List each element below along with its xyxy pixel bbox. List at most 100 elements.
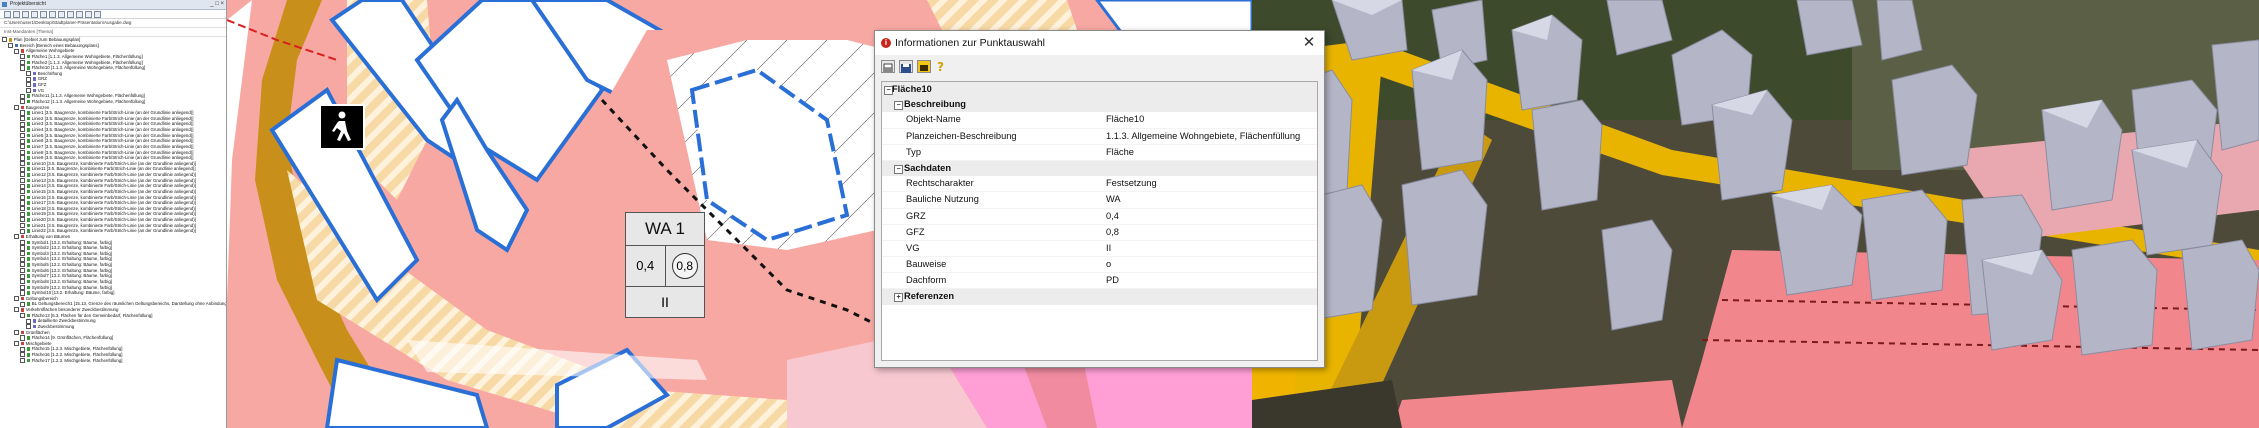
- tree-filter-field[interactable]: Inst-Mandanten [Thema]: [0, 28, 226, 37]
- close-button[interactable]: ✕: [1300, 34, 1318, 52]
- property-row[interactable]: Planzeichen-Beschreibung 1.1.3. Allgemein…: [882, 129, 1317, 145]
- property-row[interactable]: Typ Fläche: [882, 145, 1317, 161]
- property-value: Fläche: [1106, 146, 1134, 157]
- tree-item-label: Fläche1 [1.1.3. Allgemeine Wohngebiete, …: [31, 53, 143, 59]
- tree-item-label: Linie13 [3.5. Baugrenze, kombinierte Far…: [31, 177, 196, 183]
- tree-item-label: Geltungsbereich: [25, 295, 58, 301]
- tree-item-label: Linie22 [3.5. Baugrenze, kombinierte Far…: [31, 228, 196, 234]
- tree-item-label: Fläche11 [1.1.3. Allgemeine Wohngebiete,…: [31, 93, 145, 99]
- tree-item-label: Symbol9 [13.2. Erhaltung: Bäume, farbig]: [31, 284, 112, 290]
- open-icon[interactable]: [13, 11, 20, 18]
- tree-item-label: Linie15 [3.5. Baugrenze, kombinierte Far…: [31, 188, 196, 194]
- layer-icon: [32, 77, 37, 81]
- layer-icon: [26, 184, 31, 188]
- property-key: Bauliche Nutzung: [906, 194, 979, 205]
- 3d-view-canvas: [1252, 0, 2259, 428]
- properties-icon[interactable]: [76, 11, 83, 18]
- zoom-icon[interactable]: [40, 11, 47, 18]
- property-root[interactable]: − Fläche10: [882, 82, 1317, 98]
- layer-icon: [26, 189, 31, 194]
- property-key: Dachform: [906, 275, 947, 286]
- filter-icon[interactable]: [31, 11, 38, 18]
- refresh-icon[interactable]: [49, 11, 56, 18]
- property-grid[interactable]: − Fläche10 − Beschreibung Objekt-Name Fläch…: [881, 81, 1318, 361]
- property-key: VG: [906, 242, 920, 253]
- collapse-icon[interactable]: −: [894, 101, 903, 111]
- settings-icon[interactable]: [94, 11, 101, 18]
- layer-icon: [26, 195, 31, 200]
- property-row[interactable]: Objekt-Name Fläche10: [882, 112, 1317, 129]
- layer-icon: [26, 178, 31, 183]
- property-sections: − Beschreibung Objekt-Name Fläche10 Planzeic…: [882, 97, 1317, 305]
- layer-icon: [26, 279, 31, 284]
- tree-item-label: Linie8 [3.5. Baugrenze, kombinierte Farb…: [31, 149, 194, 155]
- layer-icon: [26, 167, 31, 171]
- print-icon[interactable]: [881, 59, 895, 73]
- section-sachdaten[interactable]: − Sachdaten: [882, 160, 1317, 177]
- tree-item-label: Linie11 [3.5. Baugrenze, kombinierte Far…: [31, 166, 196, 172]
- tree-toolbar: [0, 10, 226, 19]
- layer-icon: [26, 263, 31, 267]
- property-row[interactable]: VG II: [882, 241, 1317, 258]
- section-referenzen[interactable]: + Referenzen: [882, 289, 1317, 305]
- property-row[interactable]: GRZ 0,4: [882, 209, 1317, 225]
- layer-icon: [20, 105, 25, 110]
- layer-icon: [26, 336, 31, 340]
- property-value: Fläche10: [1106, 114, 1145, 125]
- property-row[interactable]: Rechtscharakter Festsetzung: [882, 176, 1317, 193]
- screen-icon[interactable]: [917, 59, 931, 73]
- tree-item-label: Linie3 [3.5. Baugrenze, kombinierte Farb…: [31, 121, 194, 127]
- expand-icon[interactable]: +: [894, 293, 903, 303]
- dialog-title: Informationen zur Punktauswahl: [895, 37, 1045, 49]
- tree-item-label: Verkehrsflächen besonderer Zweckbestimmu…: [25, 307, 119, 312]
- tree-item-label: BL Geltungsbereich1 [15.13. Grenze des r…: [31, 301, 227, 307]
- dialog-titlebar[interactable]: i Informationen zur Punktauswahl ✕: [875, 31, 1324, 55]
- help-icon[interactable]: ?: [935, 60, 949, 74]
- layer-icon: [26, 353, 31, 357]
- tree-item-label: Allgemeine Wohngebiete: [25, 48, 75, 54]
- collapse-icon[interactable]: −: [894, 164, 903, 174]
- new-icon[interactable]: [4, 11, 11, 18]
- project-tree-panel: Projektübersicht _ □ × C:\Users\user1\De…: [0, 0, 227, 428]
- layer-icon: [26, 156, 31, 160]
- layer-icon: [26, 291, 31, 295]
- tree-item-label: Grünflächen: [25, 329, 50, 335]
- layer-icon: [26, 251, 31, 256]
- nutzungsschablone[interactable]: WA 1 0,4 0,8 II: [625, 212, 705, 318]
- layer-icon: [32, 324, 37, 329]
- property-row[interactable]: Bauliche Nutzung WA: [882, 192, 1317, 209]
- property-row[interactable]: GFZ 0,8: [882, 225, 1317, 241]
- property-row[interactable]: Bauweise o: [882, 257, 1317, 274]
- visibility-checkbox[interactable]: [20, 357, 26, 364]
- 3d-view[interactable]: [1252, 0, 2259, 428]
- tree-window-buttons[interactable]: _ □ ×: [210, 0, 224, 9]
- layer-icon: [20, 296, 25, 301]
- section-beschreibung[interactable]: − Beschreibung: [882, 97, 1317, 113]
- layer-icon: [26, 285, 31, 290]
- layer-icon: [26, 358, 31, 363]
- save-icon[interactable]: [899, 59, 913, 73]
- delete-icon[interactable]: [85, 11, 92, 18]
- layer-icon: [26, 206, 31, 211]
- tree-item-label: Linie17 [3.5. Baugrenze, kombinierte Far…: [31, 200, 196, 206]
- tree-item-label: Beschriftung: [37, 70, 63, 76]
- layer-icon: [26, 229, 31, 233]
- tree-item-label: Symbol3 [13.2. Erhaltung: Bäume, farbig]: [31, 250, 112, 256]
- tree-item-label: Linie14 [3.5. Baugrenze, kombinierte Far…: [31, 183, 196, 189]
- expand-icon[interactable]: [58, 11, 65, 18]
- property-key: Typ: [906, 146, 921, 157]
- tree-item-label: Linie1 [3.5. Baugrenze, kombinierte Farb…: [31, 110, 194, 116]
- layer-icon: [26, 161, 31, 166]
- tree-item[interactable]: Fläche17 [1.2.3. Mischgebiete, Flächenfü…: [0, 358, 226, 364]
- collapse-icon[interactable]: [67, 11, 74, 18]
- tree-item-label: Symbol8 [13.2. Erhaltung: Bäume, farbig]: [31, 278, 112, 284]
- layer-icon: [20, 330, 25, 335]
- property-value: WA: [1106, 194, 1121, 205]
- property-value: II: [1106, 242, 1112, 253]
- tree-item-label: Symbol2 [13.2. Erhaltung: Bäume, farbig]: [31, 245, 112, 251]
- wa-label: WA 1: [626, 213, 704, 246]
- layer-icon[interactable]: [22, 11, 29, 18]
- property-key: GRZ: [906, 210, 926, 221]
- property-row[interactable]: Dachform PD: [882, 273, 1317, 290]
- tree-item-label: detaillierte Zweckbestimmung: [37, 318, 96, 324]
